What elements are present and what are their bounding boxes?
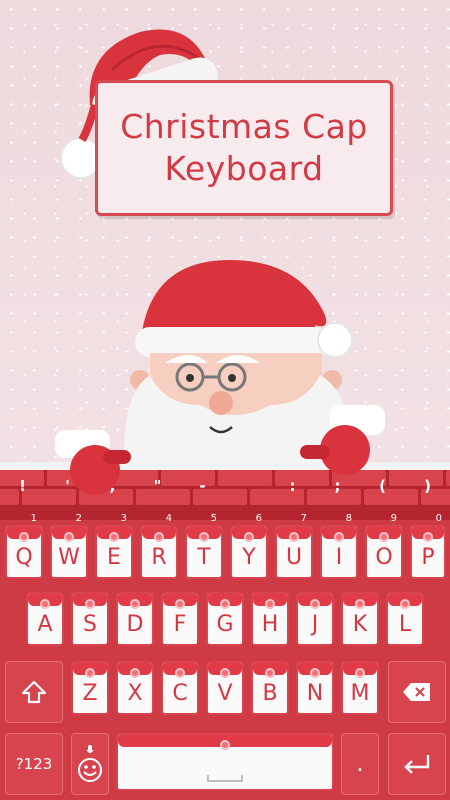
key-t[interactable]: T [185,525,223,579]
key-x[interactable]: X [116,661,154,715]
symbol-hint: ; [334,477,341,495]
symbol-hint: ! [19,477,26,495]
key-b[interactable]: B [251,661,289,715]
key-u[interactable]: U [275,525,313,579]
key-c[interactable]: C [161,661,199,715]
shift-arrow-icon [21,680,47,704]
smiley-icon [77,757,103,783]
key-label: V [217,680,233,706]
key-label: W [58,544,80,570]
key-h[interactable]: H [251,592,289,646]
key-label: I [335,544,343,570]
period-key-label: . [356,751,364,777]
symbol-hints-row: ! ' , " - : ; ( ) [0,474,450,498]
key-l[interactable]: L [386,592,424,646]
key-a[interactable]: A [26,592,64,646]
key-n[interactable]: N [296,661,334,715]
title-card: Christmas Cap Keyboard [95,80,393,216]
key-label: U [285,544,303,570]
key-p[interactable]: P [410,525,446,579]
key-label: Z [82,680,98,706]
numbers-key-label: ?123 [15,755,53,773]
key-label: J [311,611,319,637]
enter-arrow-icon [402,753,432,775]
key-label: K [352,611,368,637]
key-label: S [83,611,97,637]
key-m[interactable]: M [341,661,379,715]
key-d[interactable]: D [116,592,154,646]
emoji-key[interactable] [71,733,109,795]
key-v[interactable]: V [206,661,244,715]
key-label: Q [15,544,33,570]
key-label: B [262,680,278,706]
key-e[interactable]: E [95,525,133,579]
title-line-2: Keyboard [164,149,324,188]
space-bar-icon [207,773,243,783]
key-label: H [261,611,279,637]
key-label: X [127,680,143,706]
backspace-icon [402,682,432,702]
symbol-hint: : [289,477,296,495]
key-label: D [126,611,144,637]
key-label: O [375,544,393,570]
backspace-key[interactable] [388,661,446,723]
symbol-hint: , [109,477,116,495]
microphone-icon [86,745,94,755]
right-mitten-icon [300,405,385,475]
key-k[interactable]: K [341,592,379,646]
symbol-hint: ) [424,477,431,495]
key-label: L [398,611,412,637]
key-i[interactable]: I [320,525,358,579]
symbol-hint: - [199,477,206,495]
enter-key[interactable] [388,733,446,795]
key-r[interactable]: R [140,525,178,579]
key-z[interactable]: Z [71,661,109,715]
numbers-key[interactable]: ?123 [5,733,63,795]
key-label: F [173,611,187,637]
key-label: A [37,611,53,637]
key-s[interactable]: S [71,592,109,646]
key-q[interactable]: Q [5,525,43,579]
title-line-1: Christmas Cap [120,107,368,146]
key-label: E [107,544,121,570]
key-label: N [306,680,324,706]
key-g[interactable]: G [206,592,244,646]
key-label: M [350,680,370,706]
symbol-hint: ' [65,477,70,495]
key-f[interactable]: F [161,592,199,646]
key-label: R [151,544,167,570]
key-o[interactable]: O [365,525,403,579]
space-bar[interactable] [116,733,334,791]
key-w[interactable]: W [50,525,88,579]
key-label: G [216,611,234,637]
key-label: P [421,544,435,570]
shift-key[interactable] [5,661,63,723]
key-j[interactable]: J [296,592,334,646]
symbol-hint: " [153,477,162,495]
key-y[interactable]: Y [230,525,268,579]
symbol-hint: ( [379,477,386,495]
period-key[interactable]: . [341,733,379,795]
key-label: C [172,680,188,706]
key-label: T [197,544,211,570]
key-label: Y [242,544,256,570]
